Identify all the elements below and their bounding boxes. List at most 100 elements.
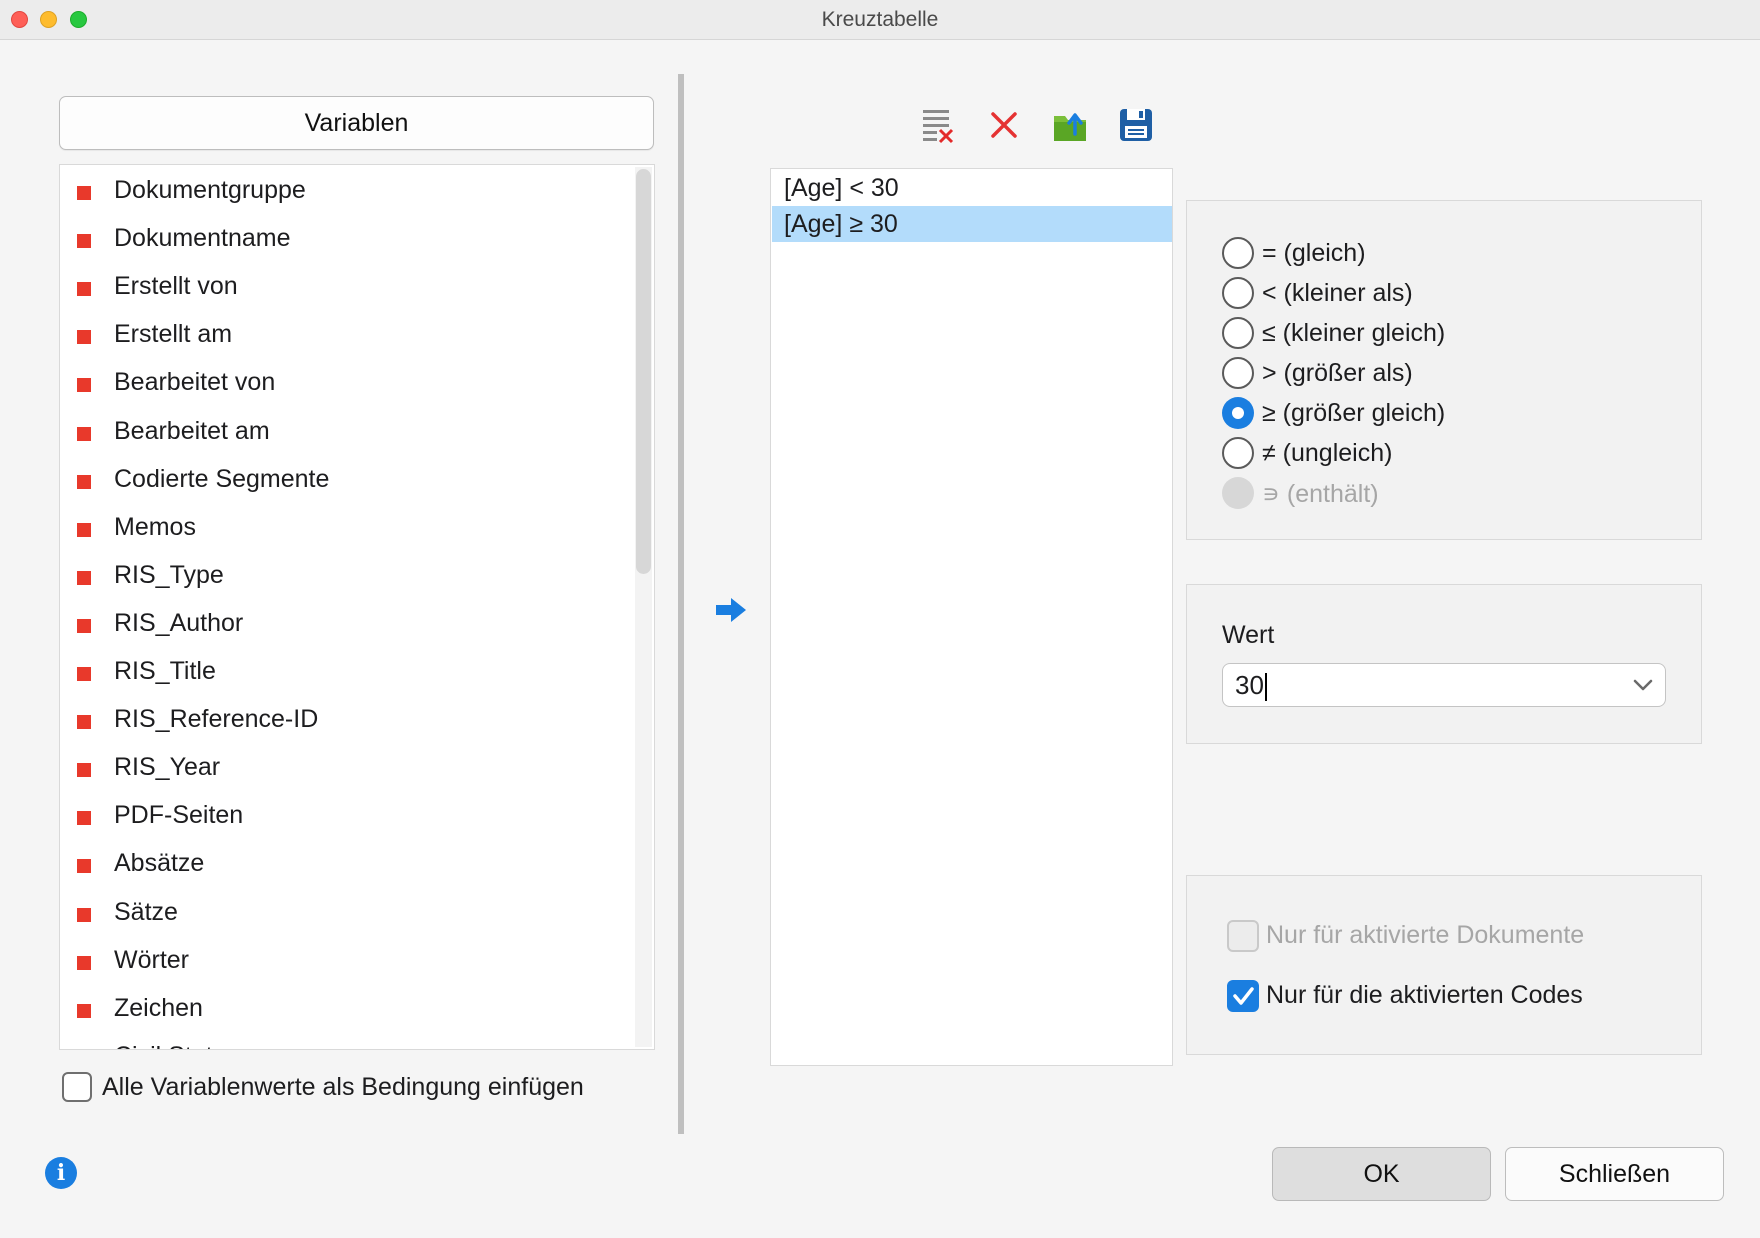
operator-greater-radio[interactable] <box>1222 357 1254 389</box>
variable-label[interactable]: Erstellt am <box>114 320 232 349</box>
variable-label[interactable]: Absätze <box>114 849 204 878</box>
operator-equal-label[interactable]: = (gleich) <box>1262 239 1366 268</box>
variable-item[interactable]: RIS_Year <box>60 744 620 792</box>
variable-type-icon <box>77 955 91 970</box>
variable-type-icon <box>77 1003 91 1018</box>
only-activated-documents-checkbox <box>1227 920 1259 952</box>
variable-label[interactable]: RIS_Reference-ID <box>114 705 318 734</box>
operator-less-radio[interactable] <box>1222 277 1254 309</box>
export-icon[interactable] <box>1051 106 1089 144</box>
variable-label[interactable]: Sätze <box>114 898 178 927</box>
variable-item[interactable]: Absätze <box>60 840 620 888</box>
variable-type-icon <box>77 715 91 730</box>
variables-button[interactable]: Variablen <box>59 96 654 150</box>
add-condition-arrow-icon[interactable] <box>715 596 747 624</box>
variable-type-icon <box>77 763 91 778</box>
only-activated-codes-label[interactable]: Nur für die aktivierten Codes <box>1266 981 1583 1010</box>
variable-item[interactable]: RIS_Author <box>60 600 620 648</box>
variable-label[interactable]: Wörter <box>114 946 189 975</box>
variable-item[interactable]: RIS_Title <box>60 648 620 696</box>
panel-divider[interactable] <box>678 74 684 1134</box>
condition-item[interactable]: [Age] < 30 <box>772 170 1172 206</box>
conditions-list[interactable]: [Age] < 30 [Age] ≥ 30 <box>770 168 1173 1066</box>
variable-item[interactable]: Memos <box>60 504 620 552</box>
variable-label[interactable]: RIS_Title <box>114 657 216 686</box>
variable-type-icon <box>77 282 91 297</box>
variable-item[interactable]: Codierte Segmente <box>60 456 620 504</box>
variable-label[interactable]: RIS_Author <box>114 609 243 638</box>
info-icon[interactable]: i <box>45 1157 77 1189</box>
variable-item[interactable]: PDF-Seiten <box>60 792 620 840</box>
checkmark-icon <box>1233 987 1254 1005</box>
variable-label[interactable]: Dokumentgruppe <box>114 176 306 205</box>
variable-label[interactable]: Dokumentname <box>114 224 290 253</box>
window-title: Kreuztabelle <box>821 8 939 31</box>
ok-button[interactable]: OK <box>1272 1147 1491 1201</box>
value-group: Wert 30 <box>1186 584 1702 744</box>
variable-type-icon <box>77 378 91 393</box>
operator-not-equal-label[interactable]: ≠ (ungleich) <box>1262 439 1392 468</box>
clear-list-icon[interactable] <box>918 106 956 144</box>
variable-type-icon <box>77 907 91 922</box>
variable-label[interactable]: Memos <box>114 513 196 542</box>
only-activated-documents-label: Nur für aktivierte Dokumente <box>1266 921 1585 949</box>
variable-type-icon <box>77 186 91 200</box>
operator-greater-equal-label[interactable]: ≥ (größer gleich) <box>1262 399 1445 428</box>
operator-greater-equal-radio[interactable] <box>1222 397 1254 429</box>
variable-label[interactable]: RIS_Type <box>114 561 224 590</box>
save-icon[interactable] <box>1117 106 1155 144</box>
variable-item[interactable]: Wörter <box>60 937 620 985</box>
variable-label[interactable]: Bearbeitet von <box>114 368 275 397</box>
close-button[interactable]: Schließen <box>1505 1147 1724 1201</box>
variable-type-icon <box>77 859 91 874</box>
variable-item[interactable]: Civil Status <box>60 1033 620 1049</box>
variable-item[interactable]: RIS_Type <box>60 552 620 600</box>
operator-less-equal-radio[interactable] <box>1222 317 1254 349</box>
variable-item[interactable]: Zeichen <box>60 985 620 1033</box>
variable-label[interactable]: Civil Status <box>114 1042 239 1049</box>
variable-item[interactable]: Erstellt von <box>60 263 620 311</box>
operator-contains-label: ∍ (enthält) <box>1262 480 1379 508</box>
text-cursor <box>1264 673 1267 702</box>
condition-item-selected[interactable]: [Age] ≥ 30 <box>772 206 1172 242</box>
variable-item[interactable]: Bearbeitet am <box>60 408 620 456</box>
only-activated-codes-checkbox[interactable] <box>1227 980 1259 1012</box>
delete-icon[interactable] <box>985 106 1023 144</box>
variable-type-icon <box>77 667 91 681</box>
variables-list[interactable]: Dokumentgruppe Dokumentname Erstellt von Er… <box>59 164 655 1050</box>
variable-item[interactable]: Erstellt am <box>60 311 620 359</box>
variables-scrollbar-thumb[interactable] <box>636 169 651 574</box>
variable-type-icon <box>77 618 91 633</box>
operator-less-equal-label[interactable]: ≤ (kleiner gleich) <box>1262 319 1445 348</box>
variable-item[interactable]: Sätze <box>60 889 620 937</box>
variable-item[interactable]: Bearbeitet von <box>60 359 620 407</box>
variable-item[interactable]: RIS_Reference-ID <box>60 696 620 744</box>
operator-equal-radio[interactable] <box>1222 237 1254 269</box>
variable-type-icon <box>77 426 91 441</box>
value-label: Wert <box>1222 621 1275 649</box>
filter-options-group: Nur für aktivierte Dokumente Nur für die… <box>1186 875 1702 1055</box>
operator-less-label[interactable]: < (kleiner als) <box>1262 279 1413 308</box>
operator-contains-radio <box>1222 477 1254 509</box>
value-text[interactable]: 30 <box>1235 670 1264 700</box>
title-bar: Kreuztabelle <box>0 0 1760 40</box>
insert-all-values-checkbox[interactable] <box>62 1072 92 1102</box>
variable-item[interactable]: Dokumentname <box>60 215 620 263</box>
variable-label[interactable]: PDF-Seiten <box>114 801 243 830</box>
operator-greater-label[interactable]: > (größer als) <box>1262 359 1413 388</box>
variable-label[interactable]: Bearbeitet am <box>114 417 270 446</box>
variable-type-icon <box>77 570 91 585</box>
variable-label[interactable]: RIS_Year <box>114 753 220 782</box>
operator-not-equal-radio[interactable] <box>1222 437 1254 469</box>
variable-item[interactable]: Dokumentgruppe <box>60 167 620 215</box>
variable-label[interactable]: Zeichen <box>114 994 203 1023</box>
variable-type-icon <box>77 474 91 489</box>
operator-group: = (gleich) < (kleiner als) ≤ (kleiner gl… <box>1186 200 1702 540</box>
value-combobox[interactable]: 30 <box>1222 663 1666 707</box>
variable-label[interactable]: Erstellt von <box>114 272 238 301</box>
insert-all-values-label[interactable]: Alle Variablenwerte als Bedingung einfüg… <box>102 1073 584 1102</box>
variable-type-icon <box>77 522 91 537</box>
variable-label[interactable]: Codierte Segmente <box>114 465 329 494</box>
value-input-text[interactable]: 30 <box>1235 670 1267 702</box>
chevron-down-icon[interactable] <box>1633 676 1653 694</box>
